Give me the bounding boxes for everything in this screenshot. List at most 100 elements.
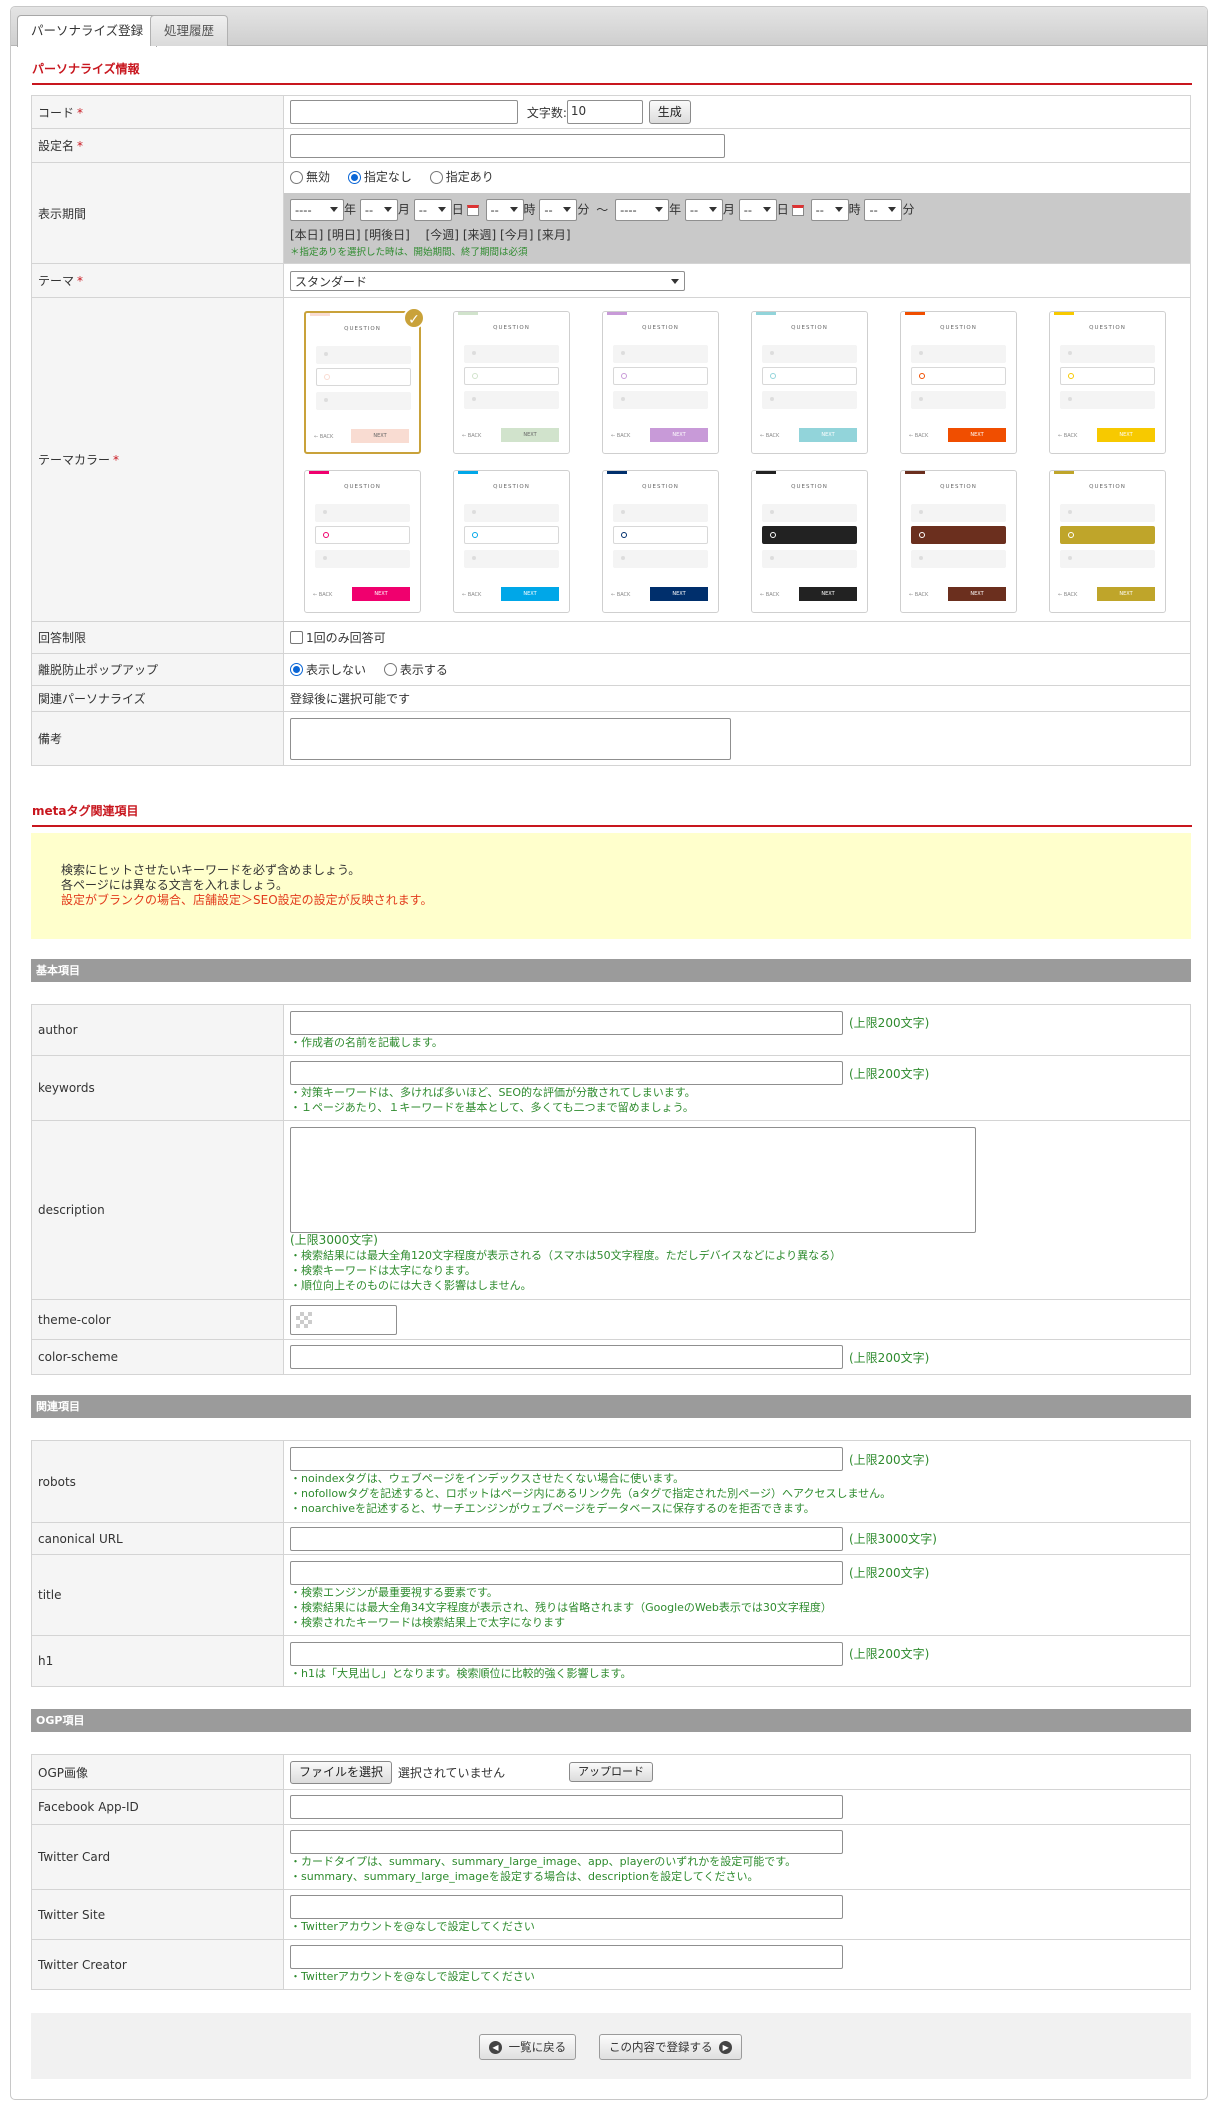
theme-next-button: NEXT — [501, 427, 559, 442]
tab-history[interactable]: 処理履歴 — [150, 15, 229, 46]
canonical-input[interactable] — [290, 1526, 843, 1551]
remarks-textarea[interactable] — [290, 717, 731, 760]
description-label: description — [31, 1120, 284, 1300]
quick-next-month[interactable]: [来月] — [537, 228, 570, 242]
code-input[interactable] — [290, 100, 518, 124]
theme-color-option[interactable]: QUESTION ← BACK NEXT — [602, 310, 719, 454]
theme-color-option[interactable]: QUESTION ← BACK NEXT — [304, 469, 421, 613]
start-day-select[interactable]: -- — [413, 199, 452, 221]
main-window: パーソナライズ登録 処理履歴 パーソナライズ情報 コード * 文字数: 10 生成 … — [10, 6, 1208, 2100]
theme-color-option[interactable]: QUESTION ← BACK NEXT — [1049, 310, 1166, 454]
twitter-site-input[interactable] — [290, 1895, 843, 1919]
theme-color-option[interactable]: QUESTION ← BACK NEXT — [900, 310, 1017, 454]
end-month-select[interactable]: -- — [684, 199, 723, 221]
end-year-select[interactable]: ---- — [615, 199, 670, 221]
theme-question-text: QUESTION — [642, 483, 679, 490]
theme-color-option[interactable]: QUESTION ← BACK NEXT — [751, 469, 868, 613]
theme-accent-strip — [310, 312, 330, 316]
end-hour-select[interactable]: -- — [810, 199, 849, 221]
quick-today[interactable]: [本日] — [290, 228, 323, 242]
title-input[interactable] — [290, 1560, 843, 1585]
h1-label: h1 — [31, 1635, 284, 1687]
char-count-label: 文字数: — [526, 105, 567, 120]
selected-check-icon: ✓ — [403, 306, 425, 329]
tab-bar: パーソナライズ登録 処理履歴 — [11, 7, 1207, 47]
theme-color-option[interactable]: QUESTION ← BACK NEXT — [453, 469, 570, 613]
display-period-label: 表示期間 — [31, 162, 284, 264]
period-option-none[interactable]: 指定なし — [347, 170, 412, 184]
theme-back-text: ← BACK — [314, 433, 334, 440]
theme-color-option[interactable]: QUESTION ← BACK NEXT — [1049, 469, 1166, 613]
end-minute-select[interactable]: -- — [864, 199, 903, 221]
setting-name-input[interactable] — [290, 133, 725, 158]
generate-button[interactable]: 生成 — [648, 100, 691, 124]
theme-next-button: NEXT — [352, 586, 410, 601]
period-option-disabled[interactable]: 無効 — [290, 170, 330, 184]
register-button[interactable]: この内容で登録する ▶ — [599, 2034, 743, 2060]
exit-popup-hide[interactable]: 表示しない — [290, 662, 366, 677]
theme-next-button: NEXT — [650, 427, 708, 442]
theme-select[interactable]: スタンダード — [290, 270, 685, 291]
ogp-upload-button[interactable]: アップロード — [568, 1762, 653, 1782]
theme-accent-strip — [756, 470, 776, 474]
seo-notice: 検索にヒットさせたいキーワードを必ず含めましょう。 各ページには異なる文言を入れ… — [31, 833, 1191, 939]
tab-personalize-register[interactable]: パーソナライズ登録 — [17, 15, 158, 47]
quick-next-week[interactable]: [来週] — [463, 228, 496, 242]
ogp-items-table: OGP画像 ファイルを選択 選択されていません アップロード Facebook … — [31, 1754, 1191, 1990]
twitter-creator-input[interactable] — [290, 1945, 843, 1969]
robots-input[interactable] — [290, 1447, 843, 1471]
keywords-label: keywords — [31, 1055, 284, 1121]
theme-color-picker[interactable] — [290, 1304, 397, 1335]
canonical-label: canonical URL — [31, 1522, 284, 1555]
description-textarea[interactable] — [290, 1127, 976, 1233]
theme-color-option[interactable]: QUESTION ← BACK NEXT — [751, 310, 868, 454]
theme-question-text: QUESTION — [344, 483, 381, 490]
back-to-list-button[interactable]: ◀ 一覧に戻る — [479, 2034, 577, 2060]
remarks-label: 備考 — [31, 711, 284, 766]
twitter-site-label: Twitter Site — [31, 1889, 284, 1940]
answer-limit-label: 回答制限 — [31, 621, 284, 654]
quick-tomorrow[interactable]: [明日] — [327, 228, 360, 242]
char-count-input[interactable]: 10 — [566, 100, 643, 124]
period-option-specify[interactable]: 指定あり — [429, 170, 494, 184]
start-calendar-icon[interactable] — [466, 204, 479, 216]
theme-next-button: NEXT — [799, 586, 857, 601]
theme-next-button: NEXT — [948, 427, 1006, 442]
twitter-card-input[interactable] — [290, 1830, 843, 1854]
start-year-select[interactable]: ---- — [290, 199, 344, 221]
h1-input[interactable] — [290, 1641, 843, 1666]
exit-popup-show[interactable]: 表示する — [383, 662, 448, 677]
quick-day-after[interactable]: [明後日] — [364, 228, 409, 242]
theme-accent-strip — [1054, 470, 1074, 474]
start-hour-select[interactable]: -- — [485, 199, 524, 221]
end-calendar-icon[interactable] — [791, 204, 804, 216]
twitter-card-label: Twitter Card — [31, 1824, 284, 1890]
quick-this-week[interactable]: [今週] — [426, 228, 459, 242]
color-scheme-input[interactable] — [290, 1345, 843, 1369]
theme-color-option[interactable]: QUESTION ← BACK NEXT — [602, 469, 719, 613]
keywords-input[interactable] — [290, 1061, 843, 1085]
theme-accent-strip — [756, 311, 776, 315]
display-period-range: ---- 年 -- 月 -- 日 -- 時 -- 分 〜 ---- 年 -- 月 -- 日 --… — [284, 193, 1190, 263]
theme-question-text: QUESTION — [344, 325, 381, 332]
theme-color-option[interactable]: QUESTION ← BACK NEXT — [453, 310, 570, 454]
ogp-file-button[interactable]: ファイルを選択 — [290, 1760, 393, 1784]
theme-back-text: ← BACK — [760, 432, 780, 439]
theme-next-button: NEXT — [1097, 427, 1155, 442]
answer-once-checkbox[interactable]: 1回のみ回答可 — [290, 630, 386, 645]
section-title-meta: metaタグ関連項目 — [32, 802, 1192, 827]
quick-this-month[interactable]: [今月] — [500, 228, 533, 242]
theme-color-option[interactable]: QUESTION ← BACK NEXT ✓ — [304, 306, 425, 454]
exit-popup-label: 離脱防止ポップアップ — [31, 653, 284, 686]
start-minute-select[interactable]: -- — [539, 199, 578, 221]
theme-accent-strip — [607, 470, 627, 474]
fb-app-id-input[interactable] — [290, 1795, 843, 1819]
end-day-select[interactable]: -- — [738, 199, 777, 221]
author-input[interactable] — [290, 1010, 843, 1035]
theme-next-button: NEXT — [650, 586, 708, 601]
theme-accent-strip — [458, 311, 478, 315]
start-month-select[interactable]: -- — [359, 199, 398, 221]
theme-back-text: ← BACK — [611, 432, 631, 439]
ogp-no-file-text: 選択されていません — [397, 1765, 506, 1780]
theme-color-option[interactable]: QUESTION ← BACK NEXT — [900, 469, 1017, 613]
